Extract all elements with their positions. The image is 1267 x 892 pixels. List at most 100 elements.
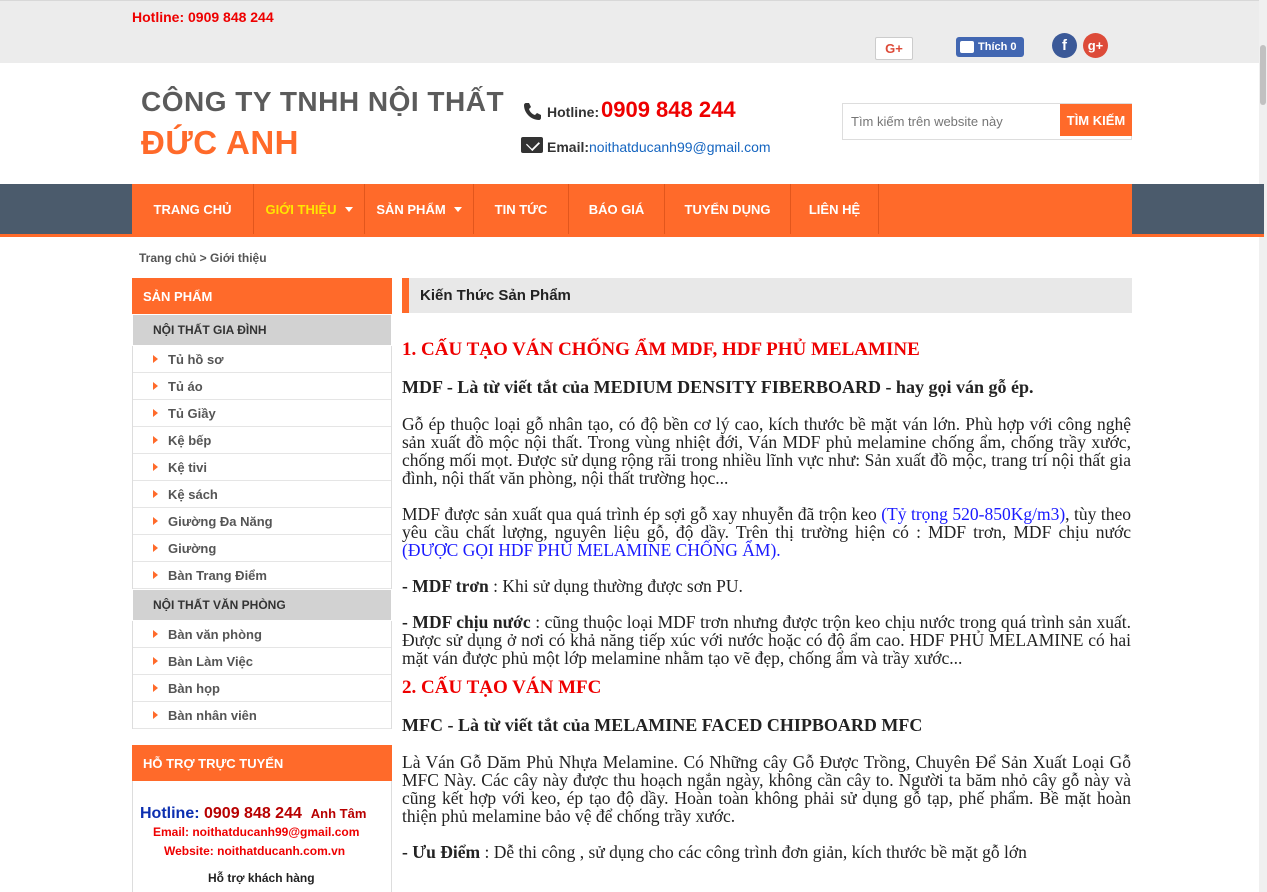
sidebar-office-furniture-list: Bàn văn phòng Bàn Làm Việc Bàn họp Bàn n… (132, 621, 392, 729)
article-paragraph: Là Ván Gỗ Dăm Phủ Nhựa Melamine. Có Nhữn… (402, 752, 1131, 826)
breadcrumb-home[interactable]: Trang chủ (139, 251, 196, 265)
mail-icon (521, 137, 543, 153)
sidebar-item[interactable]: Kệ tivi (133, 454, 391, 481)
article-paragraph: - MDF trơn : Khi sử dụng thường được sơn… (402, 577, 1131, 595)
sidebar-products-header: SẢN PHẨM (132, 278, 392, 314)
header-email-label: Email: (547, 139, 590, 155)
article-paragraph: - Ưu Điểm : Dễ thi công , sử dụng cho cá… (402, 843, 1131, 861)
article-paragraph: MDF được sản xuất qua quá trình ép sợi g… (402, 505, 1131, 559)
scrollbar-thumb[interactable] (1260, 45, 1266, 105)
sidebar-item-label: Bàn Trang Điểm (168, 567, 267, 583)
sidebar-item-label: Bàn văn phòng (168, 626, 262, 642)
sidebar-item[interactable]: Bàn nhân viên (133, 702, 391, 729)
nav-products[interactable]: SẢN PHẨM (365, 184, 474, 234)
caret-right-icon (153, 463, 158, 471)
top-hotline: Hotline: 0909 848 244 (132, 9, 274, 25)
support-hotline: Hotline: 0909 848 244 Anh Tâm (140, 805, 366, 823)
nav-price[interactable]: BÁO GIÁ (569, 184, 665, 234)
article-paragraph: Gỗ ép thuộc loại gỗ nhân tạo, có độ bền … (402, 414, 1131, 488)
sidebar-item[interactable]: Tủ Giầy (133, 400, 391, 427)
article-lead-1: MDF - Là từ viết tắt của MEDIUM DENSITY … (402, 377, 1034, 397)
sidebar-item[interactable]: Bàn Làm Việc (133, 648, 391, 675)
sidebar-item[interactable]: Bàn họp (133, 675, 391, 702)
bold-term: - MDF chịu nước (402, 612, 531, 632)
support-hotline-label: Hotline: (140, 805, 204, 822)
header-hotline-label: Hotline: (547, 104, 600, 120)
nav-contact-label: LIÊN HỆ (808, 201, 861, 217)
sidebar-home-furniture-list: Tủ hồ sơ Tủ áo Tủ Giầy Kệ bếp Kệ tivi Kệ… (132, 346, 392, 589)
sidebar-item-label: Giường Đa Năng (168, 513, 273, 529)
search-button[interactable]: TÌM KIẾM (1060, 104, 1132, 136)
company-name-line2: ĐỨC ANH (141, 124, 299, 161)
nav-news[interactable]: TIN TỨC (474, 184, 569, 234)
bold-term: - Ưu Điểm (402, 842, 481, 862)
breadcrumb-current: Giới thiệu (210, 251, 267, 265)
support-website[interactable]: Website: noithatducanh.com.vn (164, 844, 345, 858)
sidebar-category-home-furniture[interactable]: NỘI THẤT GIA ĐÌNH (133, 315, 391, 345)
sidebar-item[interactable]: Giường Đa Năng (133, 508, 391, 535)
caret-right-icon (153, 684, 158, 692)
sidebar-item-label: Giường (168, 540, 217, 556)
caret-right-icon (153, 382, 158, 390)
phone-icon (522, 101, 542, 121)
caret-right-icon (153, 355, 158, 363)
sidebar-item-label: Kệ bếp (168, 432, 212, 448)
main-nav: TRANG CHỦ GIỚI THIỆU SẢN PHẨM TIN TỨC BÁ… (0, 184, 1264, 237)
caret-right-icon (153, 711, 158, 719)
google-plus-icon[interactable]: g+ (1083, 33, 1108, 58)
caret-right-icon (153, 630, 158, 638)
support-header: HỖ TRỢ TRỰC TUYẾN (132, 745, 392, 781)
search-box: TÌM KIẾM (842, 103, 1132, 140)
sidebar-item-label: Tủ Giầy (168, 405, 216, 421)
nav-products-label: SẢN PHẨM (376, 201, 446, 217)
sidebar-item-label: Bàn nhân viên (168, 707, 257, 723)
caret-right-icon (153, 544, 158, 552)
support-help-label: Hỗ trợ khách hàng (208, 871, 315, 885)
article-lead-2: MFC - Là từ viết tắt của MELAMINE FACED … (402, 715, 923, 735)
support-contact-name: Anh Tâm (310, 806, 367, 821)
article-heading-1: 1. CẤU TẠO VÁN CHỐNG ẨM MDF, HDF PHỦ MEL… (402, 339, 920, 360)
nav-home[interactable]: TRANG CHỦ (132, 184, 254, 234)
nav-contact[interactable]: LIÊN HỆ (791, 184, 879, 234)
google-plus-share-button[interactable]: G+ (875, 37, 913, 60)
nav-about[interactable]: GIỚI THIỆU (254, 184, 365, 234)
nav-price-label: BÁO GIÁ (588, 201, 645, 217)
text-span: : Dễ thi công , sử dụng cho các công trì… (480, 842, 1027, 862)
caret-right-icon (153, 657, 158, 665)
header-hotline-number[interactable]: 0909 848 244 (601, 97, 736, 123)
sidebar-item[interactable]: Giường (133, 535, 391, 562)
scrollbar[interactable] (1259, 0, 1267, 892)
breadcrumb-separator: > (196, 251, 211, 265)
sidebar-item[interactable]: Bàn Trang Điểm (133, 562, 391, 589)
company-name-line1: CÔNG TY TNHH NỘI THẤT (141, 86, 505, 117)
sidebar-item[interactable]: Tủ hồ sơ (133, 346, 391, 373)
sidebar-item-label: Tủ hồ sơ (168, 351, 224, 367)
support-email[interactable]: Email: noithatducanh99@gmail.com (153, 825, 359, 839)
caret-right-icon (153, 571, 158, 579)
sidebar-item-label: Kệ sách (168, 486, 218, 502)
nav-recruitment[interactable]: TUYỂN DỤNG (665, 184, 791, 234)
sidebar-item[interactable]: Kệ sách (133, 481, 391, 508)
text-span: : Khi sử dụng thường được sơn PU. (488, 576, 743, 596)
text-span: MDF được sản xuất qua quá trình ép sợi g… (402, 504, 882, 524)
chevron-down-icon (344, 206, 353, 212)
sidebar-item-label: Tủ áo (168, 378, 203, 394)
article-body: 1. CẤU TẠO VÁN CHỐNG ẨM MDF, HDF PHỦ MEL… (402, 338, 1131, 879)
support-hotline-number[interactable]: 0909 848 244 (204, 805, 302, 822)
facebook-like-button[interactable]: Thích 0 (956, 37, 1024, 57)
hdf-note: (ĐƯỢC GỌI HDF PHỦ MELAMINE CHỐNG ẨM). (402, 540, 781, 560)
caret-right-icon (153, 409, 158, 417)
nav-recruitment-label: TUYỂN DỤNG (684, 201, 771, 217)
sidebar-item[interactable]: Kệ bếp (133, 427, 391, 454)
sidebar-item[interactable]: Tủ áo (133, 373, 391, 400)
content-title: Kiến Thức Sản Phẩm (402, 278, 1132, 313)
sidebar-category-office-furniture[interactable]: NỘI THẤT VĂN PHÒNG (133, 590, 391, 620)
header-email-link[interactable]: noithatducanh99@gmail.com (589, 139, 771, 155)
search-input[interactable] (843, 104, 1060, 139)
sidebar-item[interactable]: Bàn văn phòng (133, 621, 391, 648)
nav-news-label: TIN TỨC (494, 201, 548, 217)
facebook-like-label: Thích 0 (978, 41, 1017, 53)
caret-right-icon (153, 436, 158, 444)
facebook-icon[interactable]: f (1052, 33, 1077, 58)
caret-right-icon (153, 517, 158, 525)
